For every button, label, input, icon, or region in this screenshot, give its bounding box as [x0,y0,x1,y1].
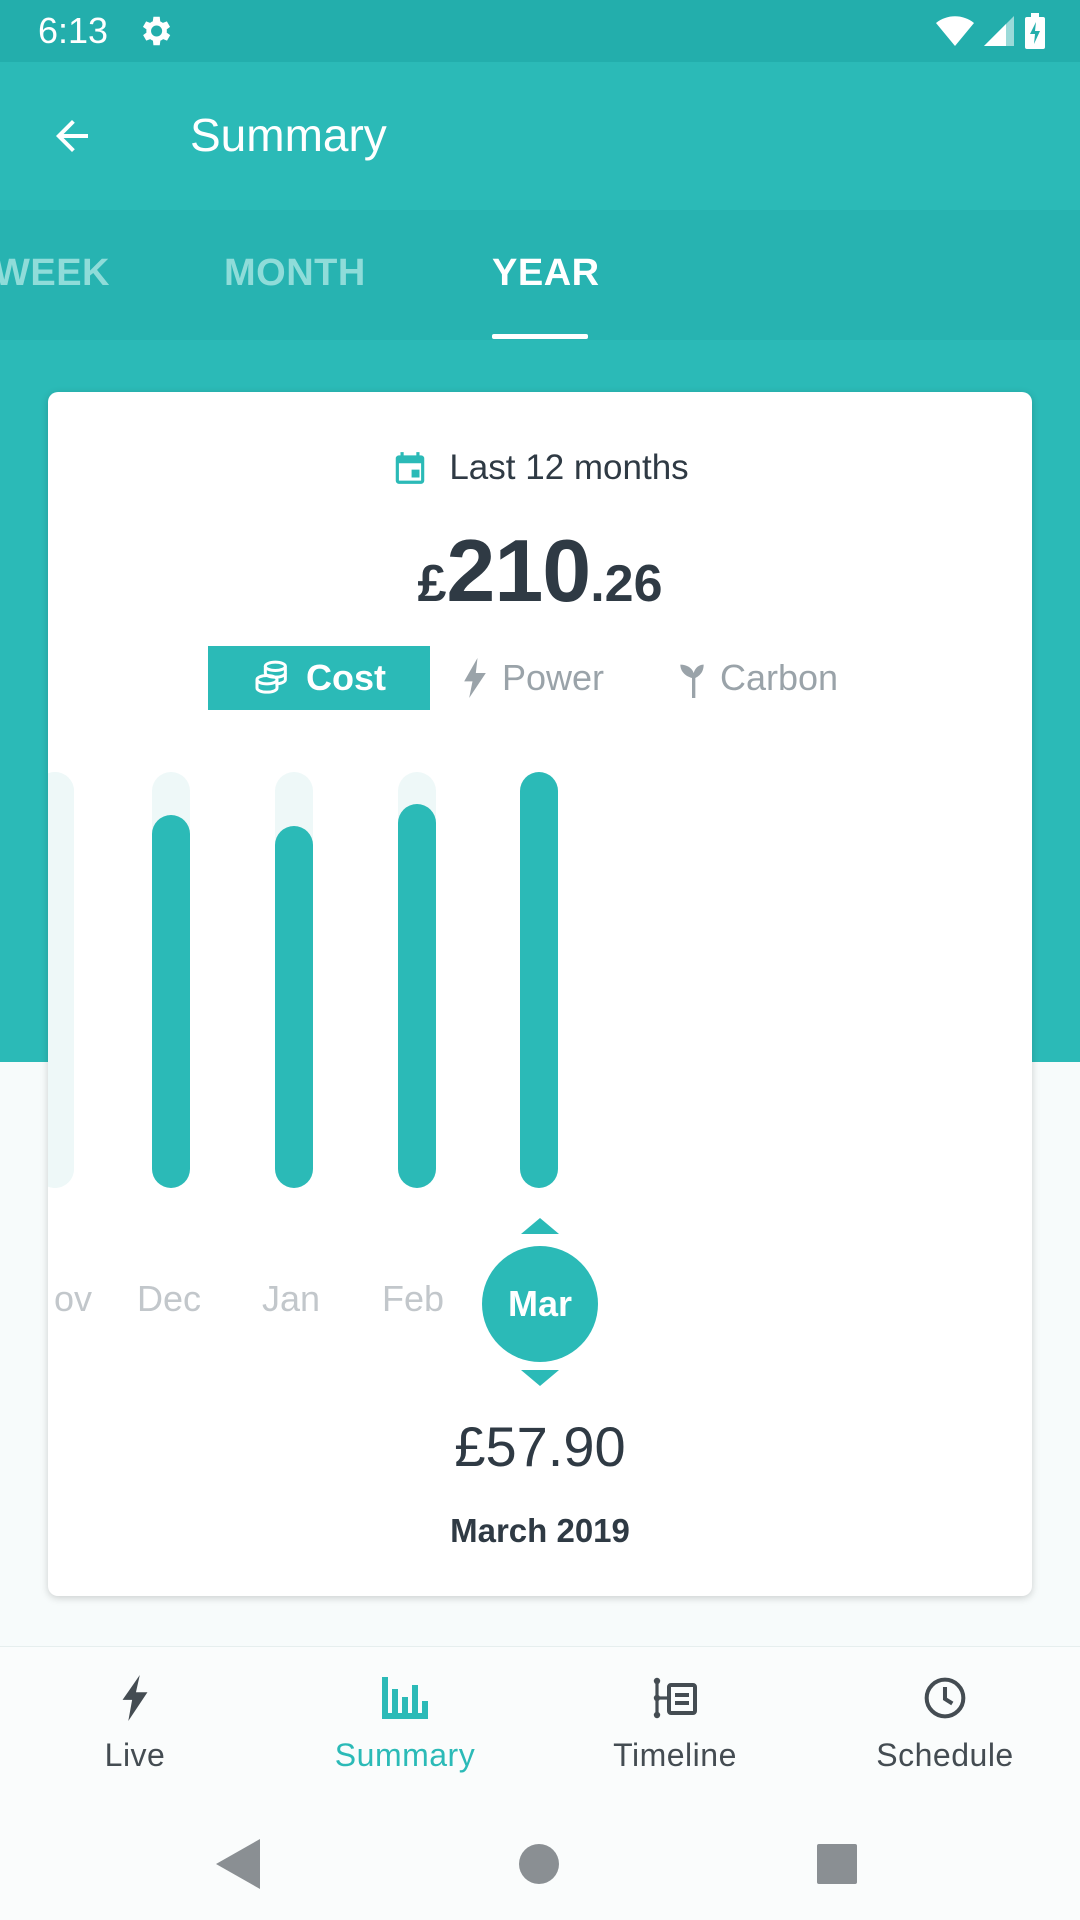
selection-up-arrow [521,1218,559,1234]
status-icons [936,12,1046,50]
month-label-jan[interactable]: Jan [236,1278,346,1320]
tab-month[interactable]: MONTH [224,252,366,295]
triangle-back-icon [216,1839,260,1889]
square-recents-icon [817,1844,857,1884]
bar-jan[interactable] [275,826,313,1188]
bottom-navigation: Live Summary Timeline Schedule [0,1646,1080,1804]
back-button[interactable] [44,108,100,164]
nav-live[interactable]: Live [0,1673,270,1774]
system-home-button[interactable] [509,1834,569,1894]
nav-timeline-label: Timeline [613,1737,737,1773]
tab-indicator [492,334,588,339]
battery-icon [1025,13,1045,49]
nav-live-label: Live [104,1737,166,1773]
settings-gear-icon [142,16,171,46]
system-back-button[interactable] [208,1834,268,1894]
circle-home-icon [519,1844,559,1884]
month-label-feb[interactable]: Feb [358,1278,468,1320]
selection-down-arrow [521,1370,559,1386]
bar-nov[interactable] [48,772,74,1188]
signal-icon [984,16,1014,46]
tab-year[interactable]: YEAR [492,252,600,295]
bar-dec[interactable] [152,815,190,1188]
nav-timeline[interactable]: Timeline [540,1673,810,1774]
bar-feb[interactable] [398,804,436,1188]
wifi-icon [936,16,974,46]
tab-week[interactable]: WEEK [0,252,110,295]
nav-summary-label: Summary [334,1737,476,1773]
bar-chart-icon [382,1677,428,1719]
app-bar: Summary [0,62,1080,210]
clock-icon [924,1677,966,1719]
arrow-back-icon [56,120,88,152]
status-bar: 6:13 [0,0,1080,62]
system-recents-button[interactable] [807,1834,867,1894]
page-title: Summary [190,109,387,161]
timeline-icon [653,1677,697,1719]
month-label-dec[interactable]: Dec [114,1278,224,1320]
month-selected-mar[interactable]: Mar [482,1246,598,1362]
nav-summary[interactable]: Summary [270,1673,540,1774]
nav-schedule[interactable]: Schedule [810,1673,1080,1774]
cost-bar-chart: ov Dec Jan Feb Mar £57.90 March 2019 [48,392,1032,1596]
selected-date: March 2019 [450,1512,630,1549]
period-tabs: WEEK MONTH YEAR [0,210,1080,340]
system-navigation [0,1804,1080,1920]
status-time: 6:13 [38,10,109,51]
bolt-icon [122,1675,148,1721]
summary-card: Last 12 months £210.26 Cost Power Carbon… [48,392,1032,1596]
screen: 6:13 Summary WEEK MONTH YEAR Last 12 mon… [0,0,1080,1920]
nav-schedule-label: Schedule [876,1737,1014,1773]
bar-mar[interactable] [520,772,558,1188]
selected-value: £57.90 [454,1415,626,1478]
